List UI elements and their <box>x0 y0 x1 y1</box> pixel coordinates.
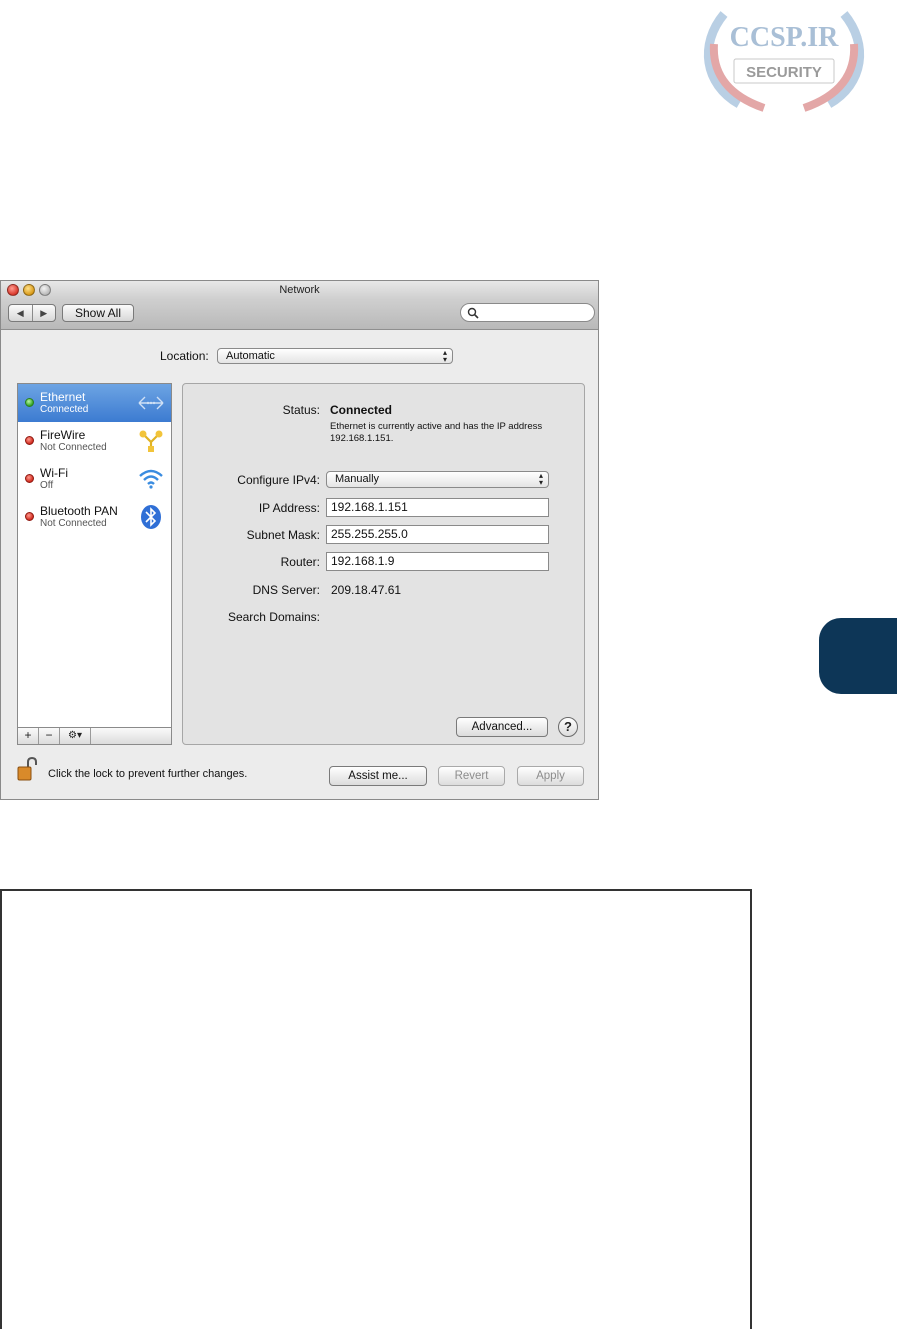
status-label: Status: <box>282 403 320 417</box>
location-value: Automatic <box>226 350 275 362</box>
subnet-mask-field[interactable]: 255.255.255.0 <box>326 525 549 544</box>
router-label: Router: <box>280 555 320 569</box>
service-item-bluetooth-pan[interactable]: Bluetooth PAN Not Connected <box>18 498 171 536</box>
firewire-icon <box>139 430 163 452</box>
chapter-tab <box>819 618 897 694</box>
ip-address-field[interactable]: 192.168.1.151 <box>326 498 549 517</box>
service-status: Connected <box>40 404 89 415</box>
lock-icon[interactable] <box>17 757 37 781</box>
service-status: Off <box>40 480 54 491</box>
forward-button[interactable]: ▶ <box>33 305 56 321</box>
detail-pane: Status: Connected Ethernet is currently … <box>182 383 585 745</box>
svg-text:CCSP.IR: CCSP.IR <box>730 22 839 53</box>
ethernet-arrows-icon <box>138 396 164 410</box>
svg-text:SECURITY: SECURITY <box>746 64 822 81</box>
service-name: Ethernet <box>40 390 86 404</box>
bluetooth-icon <box>141 505 161 529</box>
search-input[interactable] <box>460 303 595 322</box>
status-indicator-red <box>25 474 34 483</box>
network-preferences-window: Network ◀ ▶ Show All Location: Automatic… <box>0 280 599 800</box>
status-indicator-red <box>25 512 34 521</box>
dns-server-value: 209.18.47.61 <box>331 583 402 597</box>
help-button[interactable]: ? <box>558 717 578 737</box>
window-title: Network <box>279 284 320 296</box>
search-domains-label: Search Domains: <box>227 610 320 624</box>
location-popup[interactable]: Automatic ▴ ▾ <box>217 348 453 364</box>
action-menu-button[interactable]: ⚙▾ <box>60 728 91 744</box>
remove-service-button[interactable]: − <box>39 728 60 744</box>
service-list-buttons: + − ⚙▾ <box>17 728 172 745</box>
service-item-firewire[interactable]: FireWire Not Connected <box>18 422 171 460</box>
dns-server-label: DNS Server: <box>252 583 320 597</box>
advanced-button[interactable]: Advanced... <box>456 717 548 737</box>
service-status: Not Connected <box>40 442 107 453</box>
status-description: Ethernet is currently active and has the… <box>330 421 543 444</box>
configure-ipv4-value: Manually <box>335 473 380 485</box>
back-forward-control: ◀ ▶ <box>8 304 56 322</box>
service-list: Ethernet Connected FireWire Not Connecte… <box>17 383 172 728</box>
location-label: Location: <box>160 349 209 363</box>
revert-button[interactable]: Revert <box>438 766 505 786</box>
service-name: Bluetooth PAN <box>40 504 118 518</box>
service-item-ethernet[interactable]: Ethernet Connected <box>18 384 171 422</box>
title-bar: Network <box>1 281 598 299</box>
lock-message: Click the lock to prevent further change… <box>48 768 248 780</box>
service-status: Not Connected <box>40 518 107 529</box>
search-icon <box>467 307 479 319</box>
ip-address-label: IP Address: <box>258 501 320 515</box>
router-field[interactable]: 192.168.1.9 <box>326 552 549 571</box>
toolbar: ◀ ▶ Show All <box>1 299 598 330</box>
configure-ipv4-label: Configure IPv4: <box>237 473 320 487</box>
status-value: Connected <box>330 403 393 417</box>
subnet-mask-label: Subnet Mask: <box>246 528 320 542</box>
popup-arrows-icon: ▴ ▾ <box>442 348 447 364</box>
back-button[interactable]: ◀ <box>9 305 33 321</box>
apply-button[interactable]: Apply <box>517 766 584 786</box>
show-all-button[interactable]: Show All <box>62 304 134 322</box>
status-indicator-red <box>25 436 34 445</box>
wifi-icon <box>139 469 163 489</box>
ccsp-watermark-logo: CCSP.IR SECURITY <box>704 11 864 112</box>
add-service-button[interactable]: + <box>18 728 39 744</box>
assist-me-button[interactable]: Assist me... <box>329 766 427 786</box>
service-name: Wi-Fi <box>40 466 68 480</box>
status-indicator-green <box>25 398 34 407</box>
configure-ipv4-popup[interactable]: Manually ▴ ▾ <box>326 471 549 488</box>
bottom-frame <box>0 889 752 1329</box>
service-item-wifi[interactable]: Wi-Fi Off <box>18 460 171 498</box>
service-name: FireWire <box>40 428 86 442</box>
popup-arrows-icon: ▴ ▾ <box>538 471 543 487</box>
